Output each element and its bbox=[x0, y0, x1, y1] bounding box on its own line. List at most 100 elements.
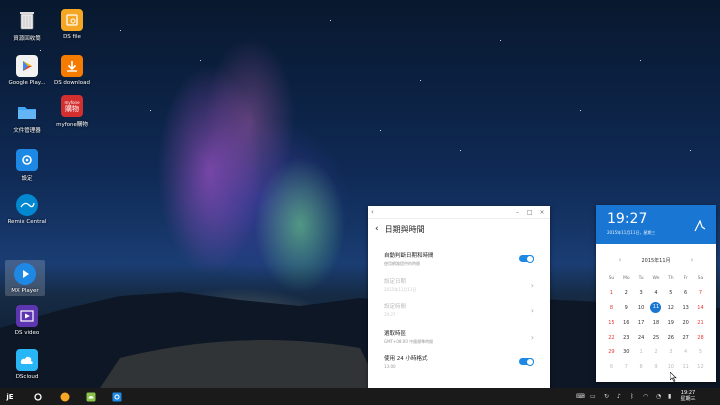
calendar-day[interactable]: 27 bbox=[678, 335, 693, 341]
calendar-day[interactable]: 23 bbox=[619, 335, 634, 341]
calendar-grid: Su Mo Tu We Th Fr Sa 1 2 3 4 5 6 7 8 9 10 11 12 13 14 15 16 17 1… bbox=[604, 271, 708, 375]
ds-cloud-icon bbox=[16, 349, 38, 371]
keyboard-icon[interactable]: ⌨ bbox=[576, 393, 585, 400]
calendar-day[interactable]: 8 bbox=[604, 305, 619, 311]
calendar-day[interactable]: 1 bbox=[604, 290, 619, 296]
back-arrow-icon[interactable]: ‹ bbox=[375, 224, 379, 234]
start-button[interactable]: jE bbox=[2, 388, 18, 405]
calendar-day-number: 6 bbox=[609, 364, 614, 371]
calendar-day[interactable]: 24 bbox=[634, 335, 649, 341]
calendar-day[interactable]: 21 bbox=[693, 320, 708, 326]
maximize-button[interactable]: □ bbox=[525, 209, 535, 216]
calendar-day[interactable]: 17 bbox=[634, 320, 649, 326]
calendar-day[interactable]: 13 bbox=[678, 305, 693, 311]
calendar-day-number: 11 bbox=[650, 302, 662, 314]
calendar-day[interactable]: 4 bbox=[678, 349, 693, 355]
taskbar-app-circle[interactable] bbox=[30, 388, 46, 405]
desktop-icon-ds-video[interactable]: DS video bbox=[0, 305, 54, 336]
prev-month-icon[interactable]: ‹ bbox=[619, 256, 622, 264]
calendar-day-number: 15 bbox=[608, 319, 615, 326]
taskbar-clock[interactable]: 19:27 星期三 bbox=[676, 390, 700, 402]
calendar-day[interactable]: 16 bbox=[619, 320, 634, 326]
calendar-day-number: 12 bbox=[697, 364, 704, 371]
setting-auto-datetime[interactable]: 自動判斷日期和時間 使用網路提供的時間 bbox=[384, 251, 540, 275]
calendar-day[interactable]: 28 bbox=[693, 335, 708, 341]
calendar-day[interactable]: 3 bbox=[663, 349, 678, 355]
setting-24-hour[interactable]: 使用 24 小時格式 13:00 bbox=[384, 354, 540, 378]
window-back-icon[interactable]: ‹ bbox=[371, 208, 374, 216]
ds-video-icon bbox=[16, 305, 38, 327]
taskbar-app-coin[interactable] bbox=[57, 388, 73, 405]
24-hour-toggle[interactable] bbox=[519, 357, 534, 366]
ds-download-icon bbox=[61, 55, 83, 77]
calendar-week-row: 29 30 1 2 3 4 5 bbox=[604, 345, 708, 360]
close-button[interactable]: × bbox=[537, 209, 547, 216]
calendar-week-row: 15 16 17 18 19 20 21 bbox=[604, 315, 708, 330]
setting-set-time[interactable]: 設定時間 19:27 › bbox=[384, 302, 540, 326]
star bbox=[330, 20, 331, 21]
refresh-icon[interactable]: ↻ bbox=[604, 393, 609, 400]
calendar-day[interactable]: 6 bbox=[604, 364, 619, 370]
calendar-day[interactable]: 4 bbox=[649, 290, 664, 296]
calendar-day-today[interactable]: 11 bbox=[649, 302, 664, 314]
calendar-day[interactable]: 2 bbox=[649, 349, 664, 355]
calendar-day[interactable]: 5 bbox=[663, 290, 678, 296]
setting-timezone[interactable]: 選取時區 GMT+08:00 中國標準時間 › bbox=[384, 329, 540, 353]
desktop-icon-mx-player[interactable]: MX Player bbox=[5, 260, 45, 296]
calendar-weekday: Su bbox=[608, 275, 615, 281]
desktop-icon-ds-file[interactable]: DS file bbox=[45, 9, 99, 40]
auto-datetime-toggle[interactable] bbox=[519, 254, 534, 263]
calendar-day[interactable]: 22 bbox=[604, 335, 619, 341]
calendar-day[interactable]: 5 bbox=[693, 349, 708, 355]
desktop-icon-myfone[interactable]: myfone 購物 myfone購物 bbox=[45, 95, 99, 128]
calendar-day[interactable]: 10 bbox=[663, 364, 678, 370]
calendar-day[interactable]: 10 bbox=[634, 305, 649, 311]
chevron-right-icon: › bbox=[530, 333, 534, 342]
calendar-week-row: 6 7 8 9 10 11 12 bbox=[604, 360, 708, 375]
calendar-day[interactable]: 30 bbox=[619, 349, 634, 355]
setting-set-date[interactable]: 設定日期 2015年11月11日 › bbox=[384, 277, 540, 301]
calendar-day[interactable]: 3 bbox=[634, 290, 649, 296]
calendar-day[interactable]: 29 bbox=[604, 349, 619, 355]
volume-icon[interactable]: ♪ bbox=[617, 393, 621, 400]
calendar-day[interactable]: 26 bbox=[663, 335, 678, 341]
calendar-day[interactable]: 8 bbox=[634, 364, 649, 370]
calendar-day[interactable]: 18 bbox=[649, 320, 664, 326]
taskbar-app-settings[interactable] bbox=[109, 388, 125, 405]
calendar-day[interactable]: 20 bbox=[678, 320, 693, 326]
calendar-day[interactable]: 19 bbox=[663, 320, 678, 326]
circle-menu-icon bbox=[34, 392, 42, 401]
calendar-day[interactable]: 7 bbox=[693, 290, 708, 296]
android-app-icon bbox=[86, 392, 96, 401]
minimize-button[interactable]: – bbox=[513, 209, 523, 216]
calendar-day-number: 22 bbox=[608, 334, 615, 341]
desktop-icon-ds-download[interactable]: DS download bbox=[45, 55, 99, 86]
calendar-day[interactable]: 25 bbox=[649, 335, 664, 341]
calendar-day[interactable]: 2 bbox=[619, 290, 634, 296]
calendar-day[interactable]: 12 bbox=[693, 364, 708, 370]
taskbar-app-android[interactable] bbox=[83, 388, 99, 405]
calendar-day[interactable]: 1 bbox=[634, 349, 649, 355]
desktop-icon-settings[interactable]: 設定 bbox=[0, 149, 54, 182]
desktop-icon-ds-cloud[interactable]: DScloud bbox=[0, 349, 54, 380]
screen-icon[interactable]: ▭ bbox=[590, 393, 596, 400]
calendar-day[interactable]: 12 bbox=[663, 305, 678, 311]
calendar-day[interactable]: 9 bbox=[619, 305, 634, 311]
calendar-day[interactable]: 15 bbox=[604, 320, 619, 326]
calendar-day[interactable]: 6 bbox=[678, 290, 693, 296]
wifi-icon[interactable]: ◔ bbox=[656, 393, 661, 400]
next-month-icon[interactable]: › bbox=[691, 256, 694, 264]
calendar-day[interactable]: 7 bbox=[619, 364, 634, 370]
taskbar-clock-day: 星期三 bbox=[680, 396, 696, 402]
window-titlebar[interactable]: ‹ – □ × bbox=[368, 206, 550, 219]
calendar-day[interactable]: 9 bbox=[649, 364, 664, 370]
calendar-day[interactable]: 11 bbox=[678, 364, 693, 370]
star bbox=[40, 50, 41, 51]
calendar-day[interactable]: 14 bbox=[693, 305, 708, 311]
headset-icon[interactable]: ◠ bbox=[643, 393, 648, 400]
desktop-icon-remix-central[interactable]: Remix Central bbox=[0, 194, 54, 225]
bluetooth-icon[interactable]: ᛒ bbox=[630, 393, 634, 400]
calendar-day-number: 26 bbox=[667, 334, 674, 341]
battery-icon[interactable]: ▮ bbox=[668, 393, 671, 400]
calendar-day-number: 3 bbox=[639, 290, 643, 297]
